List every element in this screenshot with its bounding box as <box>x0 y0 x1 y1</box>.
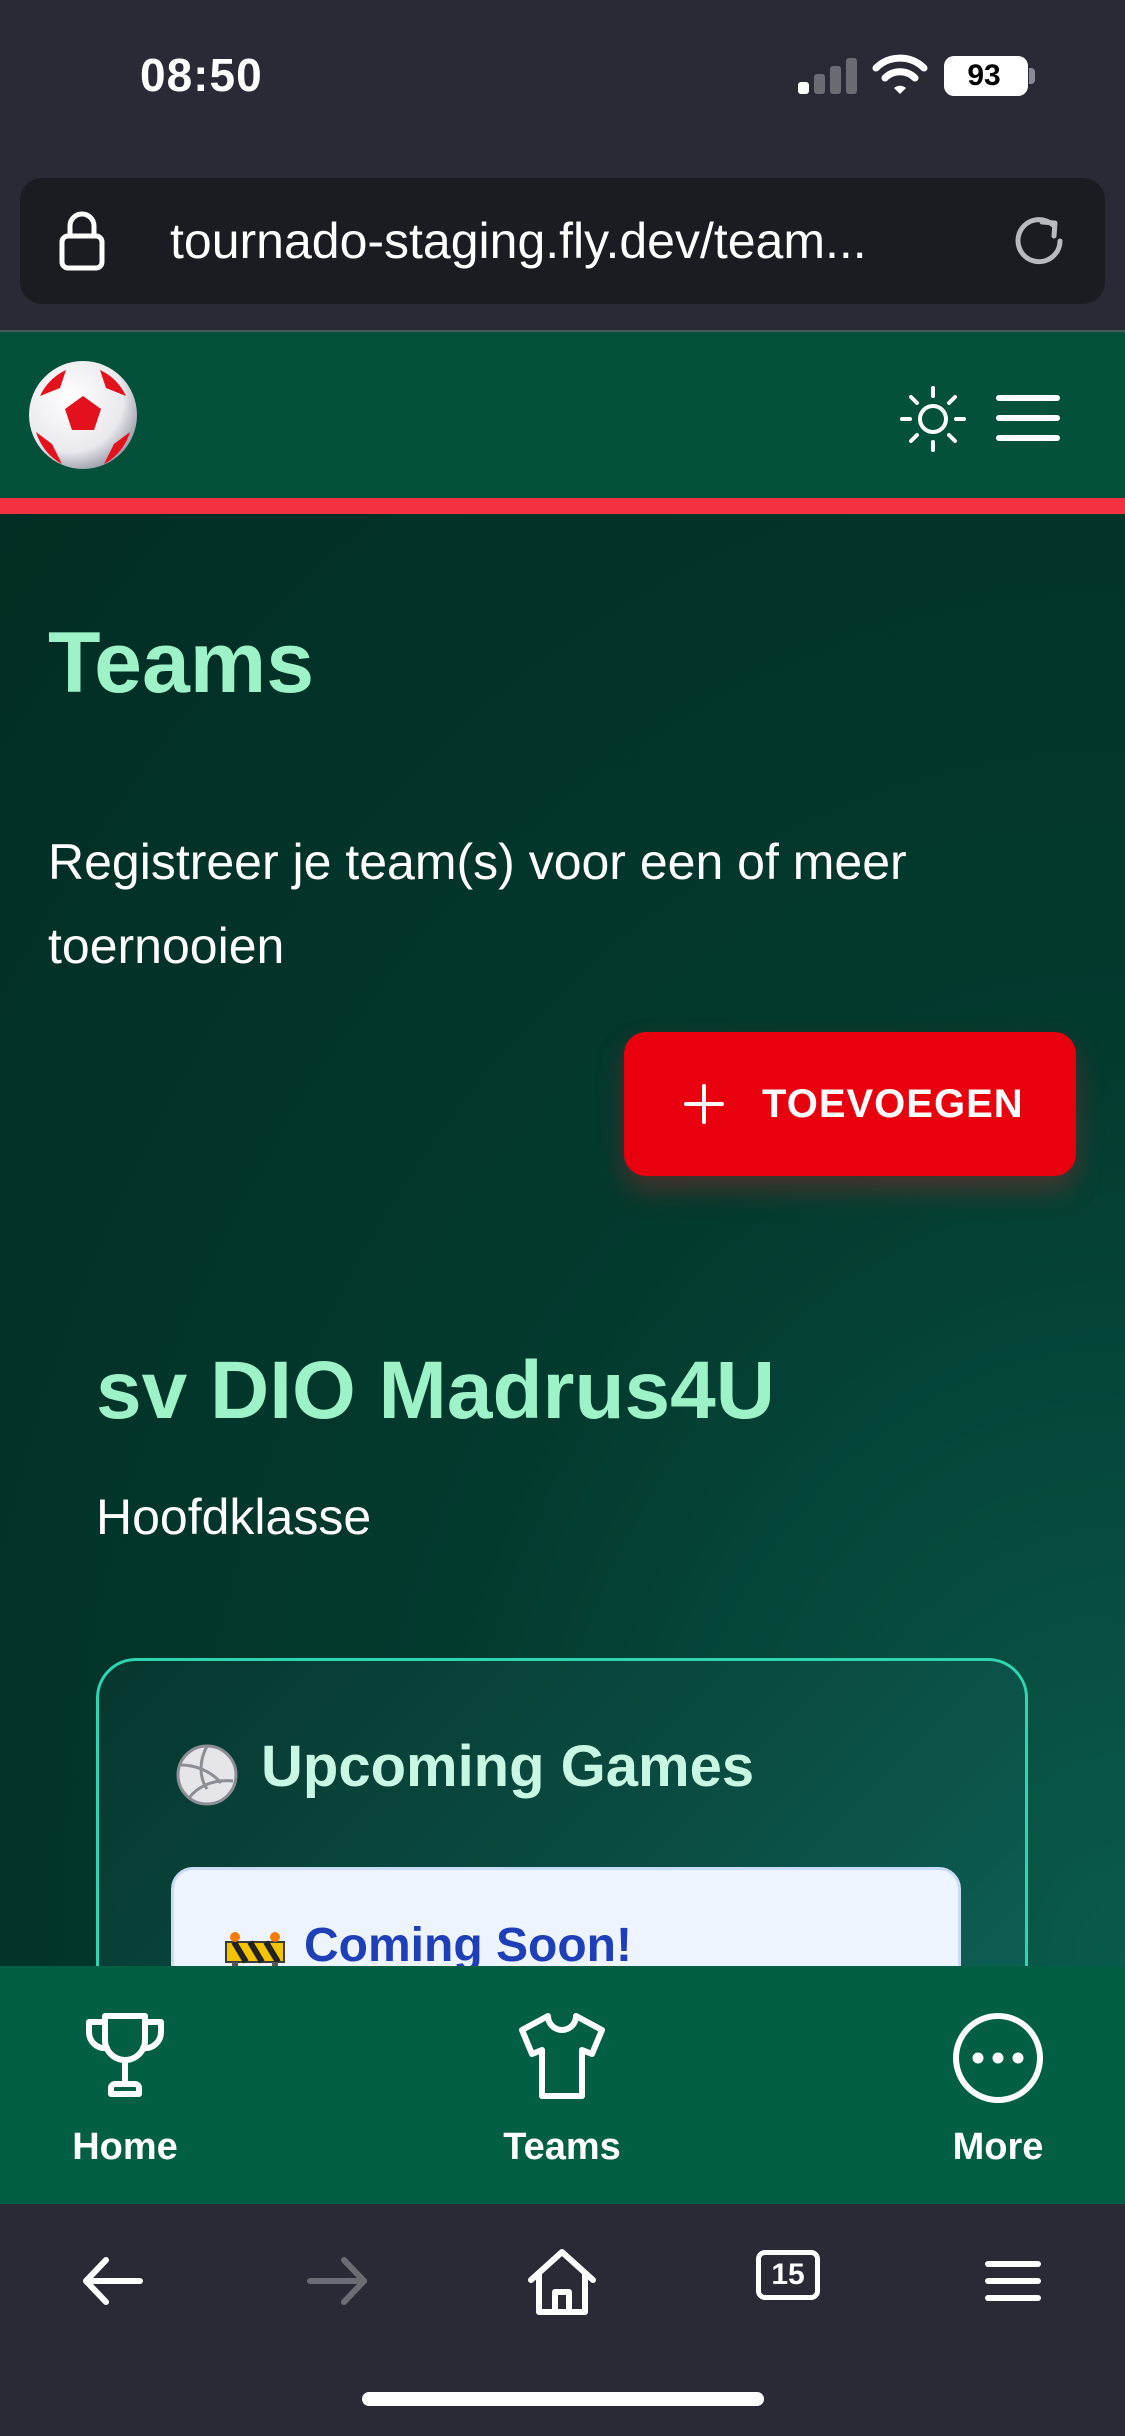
coming-soon-box: Coming Soon! <box>171 1867 961 1966</box>
upcoming-games-title: Upcoming Games <box>261 1734 755 1799</box>
plus-icon <box>684 1084 724 1124</box>
nav-label-home: Home <box>72 2126 178 2168</box>
nav-label-teams: Teams <box>503 2126 621 2168</box>
bottom-navigation: Home Teams More <box>0 1966 1125 2204</box>
battery-level: 93 <box>967 59 1001 92</box>
volleyball-icon <box>176 1744 238 1806</box>
shirt-icon <box>519 2013 605 2099</box>
forward-arrow-icon[interactable] <box>300 2244 374 2318</box>
browser-menu-icon[interactable] <box>976 2244 1050 2318</box>
add-team-button[interactable]: TOEVOEGEN <box>624 1032 1076 1176</box>
status-time: 08:50 <box>140 49 263 101</box>
tab-count: 15 <box>771 2258 805 2291</box>
header-accent-bar <box>0 498 1125 514</box>
construction-icon <box>225 1932 285 1966</box>
nav-item-home[interactable]: Home <box>0 1966 255 2204</box>
sun-icon[interactable] <box>898 384 968 454</box>
nav-item-more[interactable]: More <box>868 1966 1125 2204</box>
lock-icon <box>59 211 105 271</box>
page-title: Teams <box>48 615 315 711</box>
app-header <box>0 330 1125 498</box>
soccer-ball-logo-icon[interactable] <box>26 358 140 472</box>
home-indicator <box>362 2392 764 2406</box>
more-icon <box>953 2013 1043 2103</box>
address-bar[interactable]: tournado-staging.fly.dev/team... <box>20 178 1105 304</box>
tabs-button[interactable]: 15 <box>756 2250 820 2300</box>
battery-icon: 93 <box>944 56 1028 96</box>
cellular-signal-icon <box>798 58 858 94</box>
team-class: Hoofdklasse <box>96 1489 372 1545</box>
nav-label-more: More <box>952 2126 1044 2168</box>
coming-soon-text: Coming Soon! <box>304 1919 632 1966</box>
add-button-label: TOEVOEGEN <box>762 1082 1024 1126</box>
back-arrow-icon[interactable] <box>76 2244 150 2318</box>
team-name: sv DIO Madrus4U <box>96 1345 775 1436</box>
hamburger-menu-icon[interactable] <box>996 392 1060 444</box>
main-content: Teams Registreer je team(s) voor een of … <box>0 514 1125 1966</box>
upcoming-games-card: Upcoming Games Coming Soon! <box>96 1658 1028 1966</box>
reload-icon[interactable] <box>1008 210 1070 272</box>
trophy-icon <box>85 2013 165 2097</box>
nav-item-teams[interactable]: Teams <box>432 1966 692 2204</box>
url-text[interactable]: tournado-staging.fly.dev/team... <box>170 178 970 304</box>
home-icon[interactable] <box>525 2244 599 2318</box>
page-subtitle: Registreer je team(s) voor een of meer t… <box>48 834 907 974</box>
wifi-icon <box>872 54 928 94</box>
battery-tip <box>1029 68 1035 84</box>
status-bar: 08:50 93 <box>0 0 1125 160</box>
